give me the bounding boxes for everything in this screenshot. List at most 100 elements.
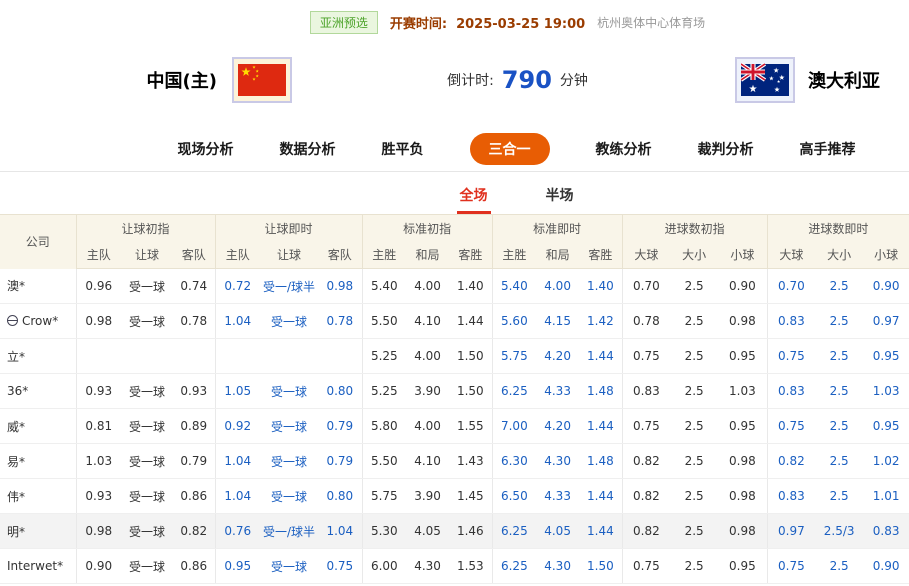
away-flag-frame xyxy=(735,57,795,103)
odds-cell: 2.5 xyxy=(815,549,863,584)
odds-cell: 4.05 xyxy=(406,514,449,549)
table-row: 易*1.03受一球0.791.04受一球0.795.504.101.436.30… xyxy=(0,444,909,479)
company-column-header: 公司 xyxy=(0,215,76,269)
company-cell[interactable]: Interwet* xyxy=(0,549,76,584)
table-row: Crow*0.98受一球0.781.04受一球0.785.504.101.445… xyxy=(0,304,909,339)
odds-cell: 0.82 xyxy=(173,514,215,549)
company-cell[interactable]: 易* xyxy=(0,444,76,479)
tab-full-match[interactable]: 全场 xyxy=(457,177,491,214)
odds-cell: 0.75 xyxy=(318,549,362,584)
table-row: 明*0.98受一球0.820.76受一/球半1.045.304.051.466.… xyxy=(0,514,909,549)
odds-cell: 4.00 xyxy=(406,339,449,374)
column-header: 让球 xyxy=(260,242,318,269)
odds-cell: 0.82 xyxy=(767,444,815,479)
odds-cell: 4.30 xyxy=(406,549,449,584)
column-header: 小球 xyxy=(863,242,909,269)
away-team-name: 澳大利亚 xyxy=(808,67,880,93)
odds-cell: 0.75 xyxy=(767,339,815,374)
odds-table: 公司让球初指让球即时标准初指标准即时进球数初指进球数即时主队让球客队主队让球客队… xyxy=(0,214,909,584)
odds-cell: 0.93 xyxy=(76,374,121,409)
odds-cell: 6.50 xyxy=(492,479,536,514)
odds-cell: 2.5 xyxy=(670,444,718,479)
australia-flag-icon xyxy=(741,63,789,97)
company-cell[interactable]: 伟* xyxy=(0,479,76,514)
tab-half-match[interactable]: 半场 xyxy=(543,177,577,214)
home-flag-frame xyxy=(232,57,292,103)
odds-cell: 1.44 xyxy=(449,304,492,339)
odds-cell: 1.45 xyxy=(449,479,492,514)
odds-cell: 5.30 xyxy=(362,514,406,549)
odds-cell: 2.5 xyxy=(815,479,863,514)
odds-cell: 4.20 xyxy=(536,339,579,374)
column-header: 客队 xyxy=(318,242,362,269)
table-row: 立*5.254.001.505.754.201.440.752.50.950.7… xyxy=(0,339,909,374)
odds-cell: 受一球 xyxy=(121,269,173,304)
home-team-name: 中国(主) xyxy=(147,67,217,93)
tab-coach-analysis[interactable]: 教练分析 xyxy=(596,139,652,159)
odds-cell: 2.5 xyxy=(815,444,863,479)
odds-cell: 4.15 xyxy=(536,304,579,339)
column-header: 小球 xyxy=(718,242,767,269)
odds-cell: 5.50 xyxy=(362,304,406,339)
odds-cell: 0.83 xyxy=(767,479,815,514)
odds-cell: 0.95 xyxy=(215,549,260,584)
kickoff-time: 开赛时间: 2025-03-25 19:00 xyxy=(390,13,585,32)
odds-cell: 0.95 xyxy=(718,549,767,584)
group-header: 标准初指 xyxy=(362,215,492,242)
teams-header: 中国(主) 倒计时: 790 分钟 xyxy=(0,34,909,126)
odds-cell: 0.79 xyxy=(318,444,362,479)
table-row: Interwet*0.90受一球0.860.95受一球0.756.004.301… xyxy=(0,549,909,584)
tab-live-analysis[interactable]: 现场分析 xyxy=(178,139,234,159)
odds-cell: 3.90 xyxy=(406,374,449,409)
odds-cell: 0.90 xyxy=(718,269,767,304)
odds-cell: 5.80 xyxy=(362,409,406,444)
company-cell[interactable]: 明* xyxy=(0,514,76,549)
league-badge[interactable]: 亚洲预选 xyxy=(310,11,378,34)
company-cell[interactable]: 威* xyxy=(0,409,76,444)
odds-cell: 1.48 xyxy=(579,374,622,409)
odds-cell: 4.05 xyxy=(536,514,579,549)
odds-cell: 受一球 xyxy=(260,304,318,339)
company-cell[interactable]: Crow* xyxy=(0,304,76,339)
odds-cell: 0.86 xyxy=(173,479,215,514)
odds-cell xyxy=(260,339,318,374)
odds-cell: 4.30 xyxy=(536,444,579,479)
odds-cell: 6.25 xyxy=(492,514,536,549)
odds-cell: 0.98 xyxy=(76,514,121,549)
odds-cell: 受一球 xyxy=(260,549,318,584)
tab-referee-analysis[interactable]: 裁判分析 xyxy=(698,139,754,159)
odds-cell: 0.81 xyxy=(76,409,121,444)
odds-cell: 1.03 xyxy=(76,444,121,479)
odds-cell: 0.75 xyxy=(767,409,815,444)
odds-cell: 0.83 xyxy=(767,374,815,409)
odds-cell: 0.83 xyxy=(767,304,815,339)
odds-cell: 1.55 xyxy=(449,409,492,444)
column-header: 大球 xyxy=(767,242,815,269)
company-cell[interactable]: 36* xyxy=(0,374,76,409)
tab-data-analysis[interactable]: 数据分析 xyxy=(280,139,336,159)
odds-cell: 1.50 xyxy=(579,549,622,584)
odds-cell: 4.33 xyxy=(536,479,579,514)
odds-cell: 2.5 xyxy=(670,409,718,444)
odds-cell: 2.5 xyxy=(815,339,863,374)
odds-cell: 0.78 xyxy=(173,304,215,339)
column-header: 大球 xyxy=(622,242,670,269)
tab-win-draw-loss[interactable]: 胜平负 xyxy=(382,139,424,159)
tab-three-in-one[interactable]: 三合一 xyxy=(470,133,550,165)
column-header: 客胜 xyxy=(579,242,622,269)
odds-cell: 2.5 xyxy=(670,374,718,409)
odds-cell: 5.75 xyxy=(492,339,536,374)
odds-cell: 受一球 xyxy=(260,444,318,479)
odds-table-head: 公司让球初指让球即时标准初指标准即时进球数初指进球数即时主队让球客队主队让球客队… xyxy=(0,215,909,269)
odds-cell: 0.95 xyxy=(718,409,767,444)
odds-cell: 0.82 xyxy=(622,479,670,514)
odds-cell: 5.25 xyxy=(362,339,406,374)
company-cell[interactable]: 立* xyxy=(0,339,76,374)
company-cell[interactable]: 澳* xyxy=(0,269,76,304)
tab-expert-recommend[interactable]: 高手推荐 xyxy=(800,139,856,159)
odds-cell: 受一/球半 xyxy=(260,514,318,549)
odds-cell: 0.74 xyxy=(173,269,215,304)
odds-cell: 0.93 xyxy=(173,374,215,409)
odds-cell: 受一球 xyxy=(260,479,318,514)
odds-cell: 受一球 xyxy=(260,374,318,409)
